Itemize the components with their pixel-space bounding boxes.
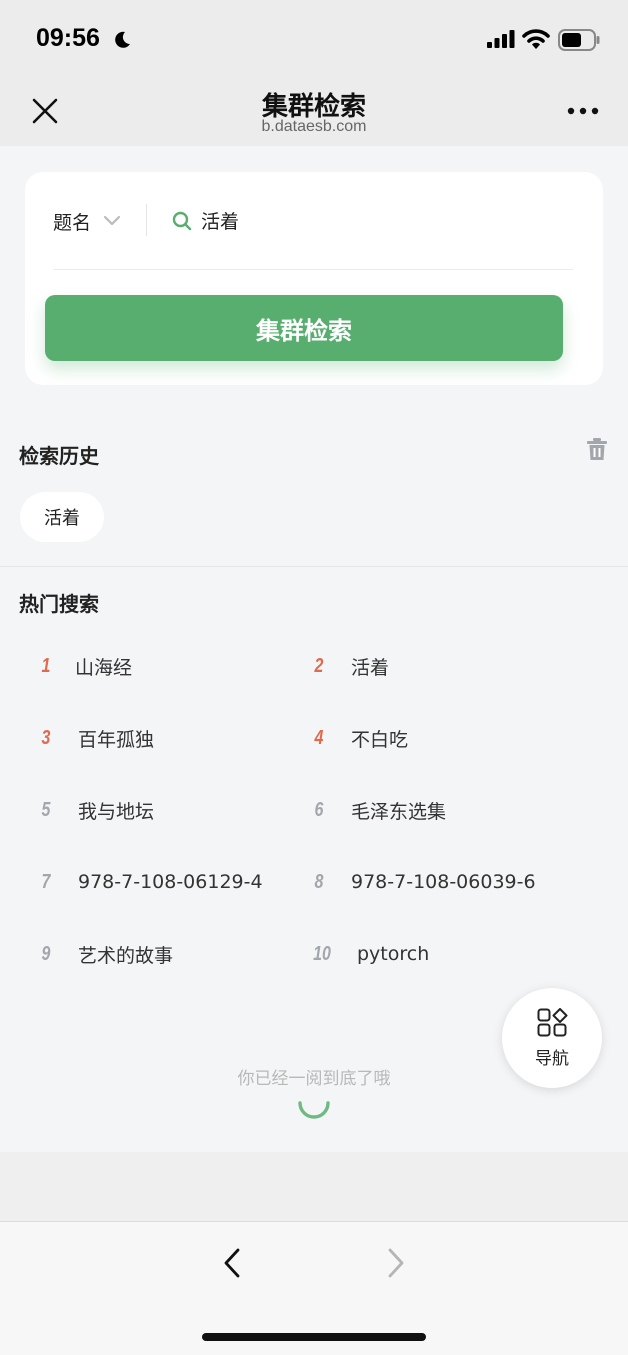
hot-rank: 5 bbox=[41, 798, 51, 821]
home-indicator bbox=[202, 1333, 426, 1341]
hot-text: 百年孤独 bbox=[78, 728, 155, 751]
trash-icon[interactable] bbox=[586, 437, 608, 461]
section-divider bbox=[0, 566, 628, 567]
input-underline bbox=[53, 269, 573, 270]
signal-icon bbox=[487, 30, 515, 48]
hot-item[interactable]: 6 毛泽东选集 bbox=[305, 790, 446, 830]
search-input[interactable] bbox=[201, 202, 571, 238]
hot-item[interactable]: 2 活着 bbox=[305, 646, 389, 686]
loading-spinner bbox=[298, 1101, 330, 1119]
hot-rank: 8 bbox=[314, 870, 324, 893]
hot-rank: 10 bbox=[313, 942, 331, 965]
search-card: 题名 集群检索 bbox=[25, 172, 603, 385]
hot-rank: 7 bbox=[41, 870, 51, 893]
history-title: 检索历史 bbox=[19, 444, 99, 468]
hot-rank: 4 bbox=[314, 726, 324, 749]
field-select[interactable]: 题名 bbox=[53, 206, 121, 236]
hot-item[interactable]: 4 不白吃 bbox=[305, 718, 408, 758]
browser-bottom-bar bbox=[0, 1221, 628, 1355]
hot-text: 毛泽东选集 bbox=[351, 800, 447, 823]
wifi-icon bbox=[522, 29, 550, 49]
page: 09:56 集群检索 b.dataesb.com 题名 活着 集群检索 检索历史… bbox=[0, 0, 628, 1355]
nav-fab-label: 导航 bbox=[535, 1049, 569, 1069]
more-icon[interactable] bbox=[566, 106, 600, 116]
content: 题名 集群检索 检索历史 活着 热门搜索 1 bbox=[0, 146, 628, 1152]
page-domain: b.dataesb.com bbox=[261, 118, 367, 135]
moon-icon bbox=[115, 31, 130, 48]
hot-rank: 3 bbox=[41, 726, 51, 749]
blank-area bbox=[0, 1152, 628, 1222]
hot-text: 艺术的故事 bbox=[78, 944, 174, 967]
hot-item[interactable]: 8 978-7-108-06039-6 bbox=[305, 862, 536, 902]
hot-text: 978-7-108-06129-4 bbox=[78, 871, 263, 893]
chevron-down-icon bbox=[103, 215, 121, 226]
nav-bar: 集群检索 b.dataesb.com bbox=[0, 80, 628, 146]
hot-text: 我与地坛 bbox=[78, 800, 155, 823]
hot-rank: 2 bbox=[314, 654, 324, 677]
hot-title: 热门搜索 bbox=[19, 592, 99, 616]
hot-item[interactable]: 1 山海经 bbox=[32, 646, 132, 686]
search-icon bbox=[172, 211, 192, 231]
hot-item[interactable]: 3 百年孤独 bbox=[32, 718, 154, 758]
search-button[interactable]: 集群检索 bbox=[45, 295, 563, 361]
status-time: 09:56 bbox=[36, 24, 100, 52]
forward-arrow-icon[interactable] bbox=[382, 1246, 410, 1280]
grid-icon bbox=[537, 1008, 568, 1037]
hot-text: pytorch bbox=[357, 943, 430, 965]
hot-rank: 6 bbox=[314, 798, 324, 821]
hot-text: 978-7-108-06039-6 bbox=[351, 871, 536, 893]
status-bar: 09:56 bbox=[0, 0, 628, 80]
hot-item[interactable]: 10 pytorch bbox=[305, 934, 429, 974]
hot-text: 山海经 bbox=[75, 656, 133, 679]
back-arrow-icon[interactable] bbox=[218, 1246, 246, 1280]
hot-rank: 9 bbox=[41, 942, 51, 965]
nav-fab-button[interactable]: 导航 bbox=[502, 988, 602, 1088]
hot-item[interactable]: 7 978-7-108-06129-4 bbox=[32, 862, 263, 902]
hot-item[interactable]: 5 我与地坛 bbox=[32, 790, 154, 830]
hot-text: 不白吃 bbox=[351, 728, 409, 751]
field-divider bbox=[146, 204, 147, 236]
battery-icon bbox=[558, 29, 600, 51]
hot-item[interactable]: 9 艺术的故事 bbox=[32, 934, 173, 974]
history-chip[interactable]: 活着 bbox=[20, 492, 104, 542]
field-select-label: 题名 bbox=[53, 211, 92, 234]
hot-text: 活着 bbox=[351, 656, 390, 679]
hot-rank: 1 bbox=[41, 654, 51, 677]
